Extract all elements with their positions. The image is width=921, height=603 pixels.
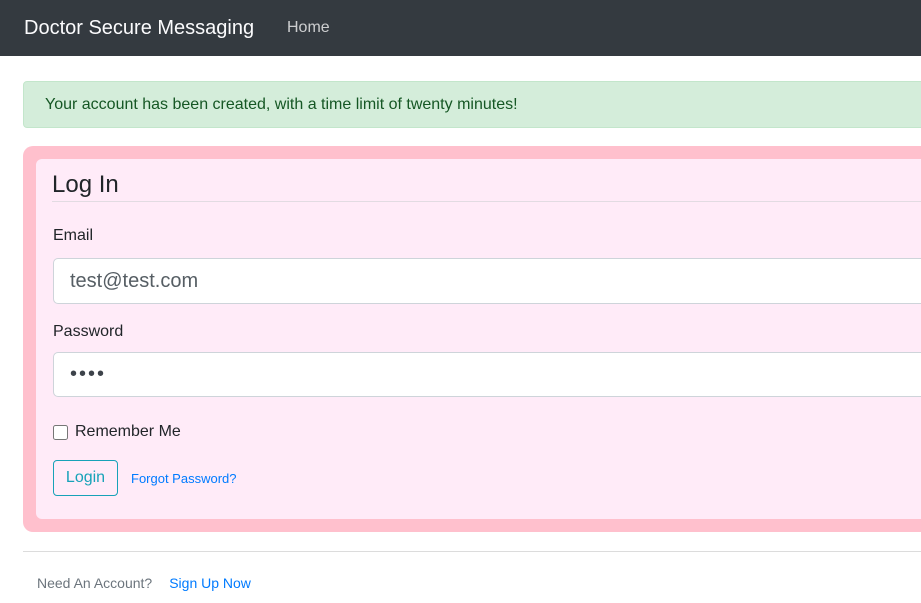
password-field[interactable] — [53, 352, 921, 397]
signup-prompt-text: Need An Account? — [37, 575, 152, 591]
login-card-body: Log In Email Password Remember Me Login … — [36, 159, 921, 519]
remember-me-checkbox[interactable] — [53, 425, 68, 440]
success-alert: Your account has been created, with a ti… — [23, 81, 921, 128]
nav-link-home[interactable]: Home — [287, 0, 330, 56]
login-action-row: Login Forgot Password? — [53, 460, 237, 496]
login-button[interactable]: Login — [53, 460, 118, 496]
footer-divider — [23, 551, 921, 552]
forgot-password-link[interactable]: Forgot Password? — [131, 471, 237, 486]
login-title: Log In — [52, 168, 921, 202]
email-field[interactable] — [53, 258, 921, 304]
top-navbar: Doctor Secure Messaging Home — [0, 0, 921, 56]
remember-me-row: Remember Me — [53, 423, 181, 441]
login-card: Log In Email Password Remember Me Login … — [23, 146, 921, 532]
signup-prompt-row: Need An Account? Sign Up Now — [37, 575, 251, 591]
sign-up-now-link[interactable]: Sign Up Now — [169, 575, 251, 591]
success-alert-message: Your account has been created, with a ti… — [45, 96, 518, 114]
password-label: Password — [53, 320, 123, 344]
remember-me-label: Remember Me — [75, 423, 181, 441]
email-label: Email — [53, 224, 93, 248]
navbar-brand[interactable]: Doctor Secure Messaging — [24, 0, 254, 56]
